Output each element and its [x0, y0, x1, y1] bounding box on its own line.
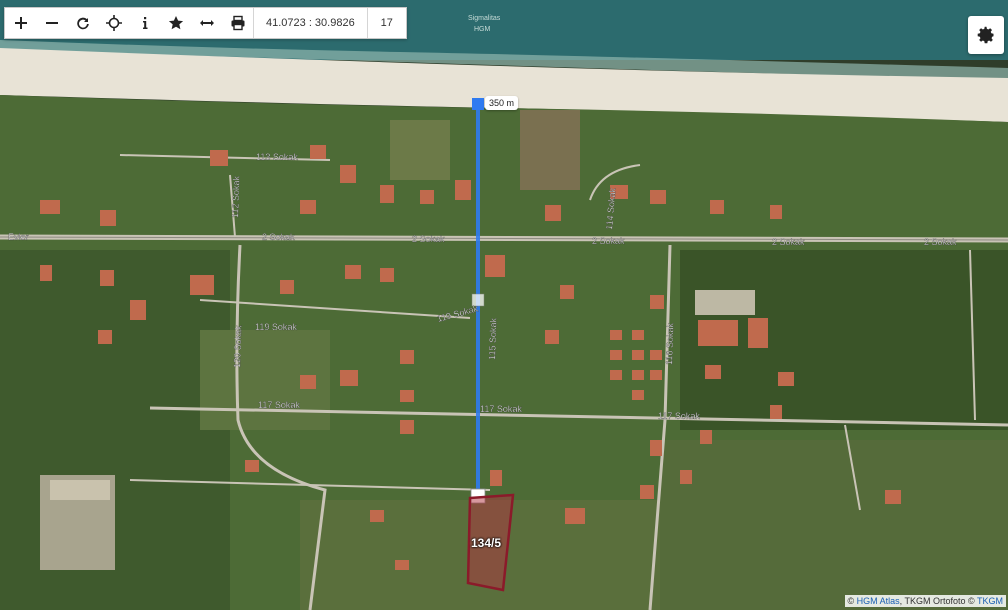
satellite-map[interactable]: 2 Sokak 2 Sokak 2 Sokak 2 Sokak 2 Sokak … — [0, 0, 1008, 610]
plus-icon — [14, 17, 27, 29]
parcel-label: 134/5 — [471, 536, 502, 550]
coordinate-readout: 41.0723 : 30.9826 — [266, 17, 355, 29]
locate-button[interactable] — [98, 8, 129, 38]
road-label: 2 Sokak — [262, 232, 295, 242]
measure-button[interactable] — [191, 8, 222, 38]
zoom-out-button[interactable] — [36, 8, 67, 38]
road-label: 2 Sokak — [592, 236, 625, 246]
print-button[interactable] — [222, 8, 253, 38]
route-start-handle[interactable] — [472, 98, 484, 110]
road-label: 113 Sokak — [256, 152, 298, 162]
map-toolbar: 41.0723 : 30.9826 17 — [4, 7, 407, 39]
road-label: 2 Sokak — [924, 237, 957, 247]
printer-icon — [231, 15, 244, 31]
minus-icon — [45, 22, 58, 24]
crosshair-icon — [105, 15, 122, 31]
road-label: 120 Sokak — [232, 325, 243, 368]
info-button[interactable] — [129, 8, 160, 38]
road-label: 117 Sokak — [480, 404, 522, 414]
road-label: 119 Sokak — [255, 322, 297, 332]
attribution-prefix: © — [847, 596, 855, 606]
road-label: 116 Sokak — [664, 322, 675, 365]
map-attribution: © HGM Atlas, TKGM Ortofoto © TKGM — [844, 595, 1006, 607]
settings-button[interactable] — [968, 16, 1004, 54]
refresh-icon — [76, 17, 89, 30]
measure-icon — [199, 20, 214, 26]
zoom-level: 17 — [380, 17, 393, 29]
refresh-button[interactable] — [67, 8, 98, 38]
road-label: 117 Sokak — [658, 411, 700, 421]
hgm-atlas-link[interactable]: HGM Atlas — [857, 596, 900, 606]
distance-label: 350 m — [485, 96, 519, 110]
sea-label: Sigmalitas — [468, 15, 501, 22]
tkgm-link[interactable]: TKGM — [977, 596, 1003, 606]
star-icon — [168, 16, 183, 30]
info-icon — [142, 17, 147, 29]
road-label: 115 Sokak — [487, 317, 498, 360]
zoom-in-button[interactable] — [5, 8, 36, 38]
road-label: 2 Sokak — [772, 237, 805, 247]
road-label: Evler — [8, 232, 29, 242]
favorite-button[interactable] — [160, 8, 191, 38]
attribution-middle: , TKGM Ortofoto © — [899, 596, 975, 606]
sea-label: HGM — [474, 26, 491, 33]
gear-icon — [977, 26, 994, 44]
road-label: 117 Sokak — [258, 400, 300, 410]
road-label: 112 Sokak — [230, 175, 241, 218]
road-label: 2 Sokak — [412, 234, 445, 244]
